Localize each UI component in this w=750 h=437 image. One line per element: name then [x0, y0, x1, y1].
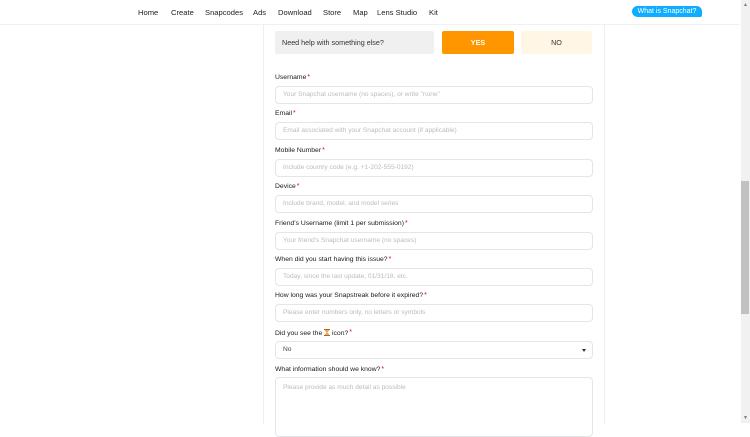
caret-down-icon — [582, 349, 586, 352]
required-mark: * — [388, 256, 392, 263]
field-label: Email* — [275, 110, 296, 117]
what-is-snapchat-button[interactable]: What is Snapchat? — [632, 6, 702, 17]
required-mark: * — [322, 146, 325, 154]
nav-kit[interactable]: Kit — [429, 8, 438, 17]
label-text: Did you see the — [275, 330, 323, 337]
label-text: What information should we know? — [275, 366, 381, 373]
field-label: Friend's Username (limit 1 per submissio… — [275, 220, 408, 227]
required-mark: * — [293, 110, 296, 118]
field-input[interactable]: Your friend's Snapchat username (no spac… — [275, 231, 593, 250]
label-text: icon? — [332, 330, 349, 337]
field-input[interactable]: Include country code (e.g. +1-202-555-01… — [275, 158, 593, 177]
hourglass-label: Did you see the icon?* — [275, 329, 352, 337]
label-text: Friend's Username (limit 1 per submissio… — [275, 219, 404, 227]
nav-ads[interactable]: Ads — [253, 8, 266, 17]
hourglass-select[interactable]: No — [275, 341, 593, 359]
no-button[interactable]: NO — [521, 31, 592, 54]
label-text: Email — [275, 110, 292, 118]
scroll-down-icon[interactable]: ▼ — [743, 415, 748, 421]
info-textarea[interactable]: Please provide as much detail as possibl… — [275, 377, 593, 437]
select-value: No — [283, 346, 292, 353]
label-text: When did you start having this issue? — [275, 256, 388, 263]
label-text: Mobile Number — [275, 146, 322, 154]
required-mark: * — [381, 366, 385, 373]
field-input[interactable]: Your Snapchat username (no spaces), or w… — [275, 86, 593, 104]
field-input[interactable]: Please enter numbers only, no letters or… — [275, 304, 593, 323]
nav-store[interactable]: Store — [323, 8, 341, 17]
field-input[interactable]: Email associated with your Snapchat acco… — [275, 122, 593, 141]
nav-snapcodes[interactable]: Snapcodes — [205, 8, 243, 17]
label-text: Username — [275, 74, 307, 81]
top-nav: Home Create Snapcodes Ads Download Store… — [0, 0, 740, 25]
field-label: Device* — [275, 183, 300, 190]
field-label: Mobile Number* — [275, 147, 325, 154]
info-label: What information should we know?* — [275, 366, 384, 373]
field-label: Username* — [275, 74, 310, 81]
required-mark: * — [307, 74, 311, 81]
nav-map[interactable]: Map — [353, 8, 368, 17]
field-input[interactable]: Include brand, model, and model series — [275, 195, 593, 214]
nav-download[interactable]: Download — [278, 8, 312, 17]
label-text: How long was your Snapstreak before it e… — [275, 292, 424, 300]
scroll-up-icon[interactable]: ▲ — [743, 2, 748, 8]
field-label: When did you start having this issue?* — [275, 256, 391, 263]
nav-home[interactable]: Home — [138, 8, 158, 17]
hourglass-icon — [324, 329, 331, 336]
scrollbar-thumb[interactable] — [741, 181, 749, 314]
nav-create[interactable]: Create — [171, 8, 194, 17]
help-question: Need help with something else? — [275, 31, 434, 54]
field-input[interactable]: Today, since the last update, 01/31/18, … — [275, 268, 593, 286]
nav-lens-studio[interactable]: Lens Studio — [377, 8, 417, 17]
field-label: How long was your Snapstreak before it e… — [275, 292, 427, 299]
required-mark: * — [296, 183, 300, 191]
required-mark: * — [424, 292, 427, 300]
label-text: Device — [275, 183, 296, 191]
yes-button[interactable]: YES — [442, 31, 514, 54]
required-mark: * — [349, 329, 352, 336]
required-mark: * — [404, 219, 408, 227]
